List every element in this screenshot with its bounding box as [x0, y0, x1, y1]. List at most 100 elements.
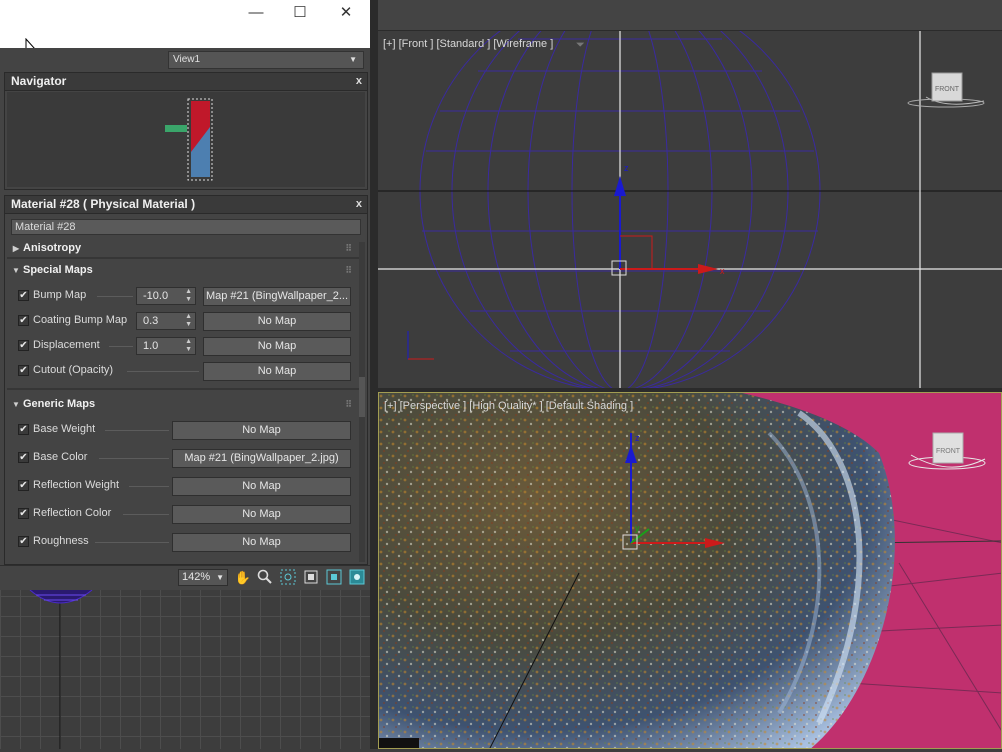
collapse-arrow-icon: ▼ — [12, 266, 20, 275]
reflection-color-checkbox[interactable]: ✔ — [18, 508, 29, 519]
navigator-close-button[interactable]: x — [356, 73, 362, 90]
cutout-checkbox[interactable]: ✔ — [18, 365, 29, 376]
bump-map-label: Bump Map — [33, 289, 87, 301]
perspective-viewport-label[interactable]: [+] [Perspective ] [High Quality* ] [Def… — [384, 400, 633, 412]
axis-x-label: x — [720, 266, 725, 276]
bump-map-spinner[interactable]: -10.0 ▲ ▼ — [136, 287, 196, 305]
rollout-anisotropy[interactable]: ▶ Anisotropy ⠿ — [9, 240, 355, 256]
rollout-divider — [7, 388, 359, 390]
rollout-divider — [7, 257, 359, 259]
frame-selected-icon[interactable] — [325, 569, 343, 587]
row-divider — [105, 430, 169, 431]
left-viewport-grid[interactable] — [0, 589, 372, 749]
grip-icon: ⠿ — [345, 399, 352, 409]
material-name-field[interactable]: Material #28 — [11, 219, 361, 235]
grip-icon: ⠿ — [345, 265, 352, 275]
view-selector-dropdown[interactable]: View1 ▼ — [168, 51, 364, 69]
zoom-region-icon[interactable] — [279, 569, 297, 587]
base-color-map-button[interactable]: Map #21 (BingWallpaper_2.jpg) — [172, 449, 351, 468]
zoom-magnifier-icon[interactable] — [256, 569, 274, 587]
reflection-weight-label: Reflection Weight — [33, 479, 120, 491]
bump-map-button[interactable]: Map #21 (BingWallpaper_2... — [203, 287, 351, 306]
maximize-button[interactable]: ☐ — [278, 2, 322, 24]
special-map-row-bump: ✔ Bump Map -10.0 ▲ ▼ Map #21 (BingWallpape… — [9, 286, 355, 306]
row-divider — [129, 486, 169, 487]
bump-map-spinner-value: -10.0 — [143, 290, 169, 302]
coating-bump-map-checkbox[interactable]: ✔ — [18, 315, 29, 326]
displacement-spinner[interactable]: 1.0 ▲ ▼ — [136, 337, 196, 355]
base-weight-label: Base Weight — [33, 423, 96, 435]
special-map-row-displacement: ✔ Displacement 1.0 ▲ ▼ No Map — [9, 336, 355, 356]
base-weight-checkbox[interactable]: ✔ — [18, 424, 29, 435]
generic-map-row-base-color: ✔ Base Color Map #21 (BingWallpaper_2.jp… — [9, 448, 355, 468]
coating-bump-map-button[interactable]: No Map — [203, 312, 351, 331]
row-divider — [97, 296, 133, 297]
filter-icon[interactable]: ⏷ — [576, 39, 585, 52]
minimize-button[interactable]: — — [234, 2, 278, 24]
base-color-checkbox[interactable]: ✔ — [18, 452, 29, 463]
roughness-label: Roughness — [33, 535, 89, 547]
coating-bump-map-label: Coating Bump Map — [33, 314, 128, 326]
reflection-weight-checkbox[interactable]: ✔ — [18, 480, 29, 491]
displacement-label: Displacement — [33, 339, 100, 351]
generic-map-row-reflection-color: ✔ Reflection Color No Map — [9, 504, 355, 524]
axis-z-label: z — [624, 163, 629, 173]
row-divider — [127, 371, 199, 372]
generic-map-row-reflection-weight: ✔ Reflection Weight No Map — [9, 476, 355, 496]
rollout-generic-maps[interactable]: ▼ Generic Maps ⠿ — [9, 396, 355, 412]
persp-axis-y-label: y — [635, 523, 640, 533]
coating-bump-map-spinner-value: 0.3 — [143, 315, 159, 327]
row-divider — [123, 514, 169, 515]
rollout-special-maps[interactable]: ▼ Special Maps ⠿ — [9, 262, 355, 278]
perspective-viewport[interactable]: z y FRONT [+] [Perspective ] [High Quali… — [378, 392, 1002, 749]
viewport-divider[interactable] — [370, 0, 378, 749]
expand-arrow-icon: ▶ — [12, 244, 20, 253]
fit-view-icon[interactable] — [302, 569, 320, 587]
generic-map-row-roughness: ✔ Roughness No Map — [9, 532, 355, 552]
left-viewport-graphic — [29, 589, 93, 749]
navigator-toolbar: 142% ▼ ✋ — [0, 565, 370, 590]
navigator-preview-graphic — [165, 98, 213, 181]
dropdown-arrow-icon: ▼ — [349, 55, 357, 64]
front-viewport-label[interactable]: [+] [Front ] [Standard ] [Wireframe ] — [383, 38, 553, 50]
navigator-preview[interactable] — [7, 92, 365, 187]
material-scrollbar[interactable] — [359, 242, 365, 562]
render-preview-icon[interactable] — [348, 569, 366, 587]
navigator-title-bar: Navigator x — [5, 73, 367, 91]
navigator-panel: Navigator x — [4, 72, 368, 190]
coating-bump-map-spinner[interactable]: 0.3 ▲ ▼ — [136, 312, 196, 330]
view-selector-value: View1 — [173, 54, 201, 65]
persp-viewcube-front-label: FRONT — [936, 448, 961, 455]
roughness-checkbox[interactable]: ✔ — [18, 536, 29, 547]
material-close-button[interactable]: x — [356, 196, 362, 213]
material-title-bar: Material #28 ( Physical Material ) x — [5, 196, 367, 214]
scrollbar-thumb[interactable] — [359, 377, 365, 417]
rollout-anisotropy-label: Anisotropy — [23, 242, 82, 254]
navigator-title: Navigator — [11, 74, 67, 88]
spinner-arrows-icon: ▲ ▼ — [185, 313, 192, 328]
reflection-weight-map-button[interactable]: No Map — [172, 477, 351, 496]
cutout-map-button[interactable]: No Map — [203, 362, 351, 381]
collapse-arrow-icon: ▼ — [12, 400, 20, 409]
displacement-spinner-value: 1.0 — [143, 340, 159, 352]
rollout-generic-maps-label: Generic Maps — [23, 398, 96, 410]
material-editor-panel: Material #28 ( Physical Material ) x Mat… — [4, 195, 368, 565]
base-color-label: Base Color — [33, 451, 88, 463]
grip-icon: ⠿ — [345, 243, 352, 253]
base-weight-map-button[interactable]: No Map — [172, 421, 351, 440]
row-divider — [109, 346, 133, 347]
row-divider — [99, 458, 169, 459]
close-button[interactable]: ✕ — [324, 2, 368, 24]
top-toolbar-strip — [378, 0, 1002, 31]
reflection-color-map-button[interactable]: No Map — [172, 505, 351, 524]
perspective-viewport-graphic: z y FRONT — [379, 393, 1001, 748]
pan-hand-icon[interactable]: ✋ — [234, 569, 252, 587]
displacement-map-button[interactable]: No Map — [203, 337, 351, 356]
dropdown-arrow-icon: ▼ — [216, 573, 224, 582]
front-viewport[interactable]: FRONT z x [+] [Front ] [Standard ] [Wire… — [378, 31, 1002, 388]
zoom-dropdown[interactable]: 142% ▼ — [178, 569, 228, 586]
displacement-checkbox[interactable]: ✔ — [18, 340, 29, 351]
spinner-arrows-icon: ▲ ▼ — [185, 338, 192, 353]
bump-map-checkbox[interactable]: ✔ — [18, 290, 29, 301]
roughness-map-button[interactable]: No Map — [172, 533, 351, 552]
